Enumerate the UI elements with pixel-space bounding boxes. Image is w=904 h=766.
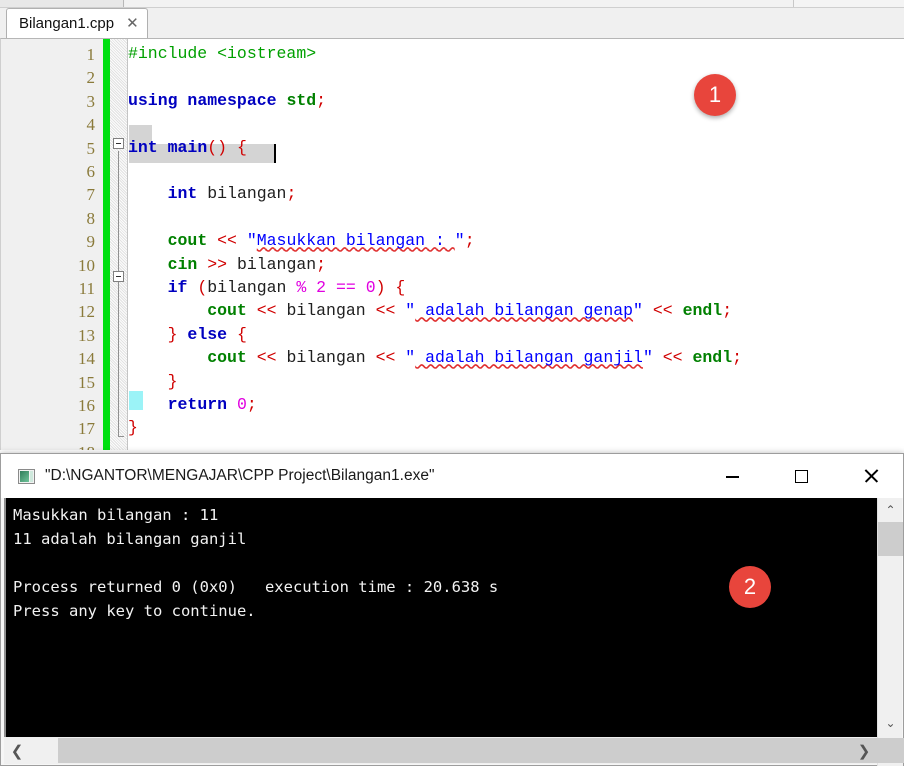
toolbar-segment-main xyxy=(125,0,904,7)
maximize-button[interactable] xyxy=(778,454,825,498)
fold-toggle-line11[interactable] xyxy=(113,271,124,282)
maximize-icon xyxy=(795,469,808,483)
toolbar-segment-left xyxy=(0,0,124,7)
minimize-button[interactable] xyxy=(709,454,756,498)
console-app-icon xyxy=(18,468,35,484)
fold-tick-main xyxy=(118,436,124,437)
code-text-area[interactable]: #include <iostream> using namespace std; i… xyxy=(128,39,904,450)
console-horizontal-scrollbar[interactable]: ❮ ❯ xyxy=(4,737,904,764)
scroll-down-icon[interactable]: ⌄ xyxy=(878,711,903,735)
editor-tab-bar: Bilangan1.cpp ✕ xyxy=(0,8,904,38)
line-number: 11 xyxy=(78,279,95,298)
code-line: return 0; xyxy=(167,395,257,414)
line-number: 2 xyxy=(86,68,96,88)
line-number: 5 xyxy=(86,138,96,158)
text-caret xyxy=(274,144,276,163)
scroll-right-icon[interactable]: ❯ xyxy=(851,737,877,764)
console-vertical-scrollbar[interactable]: ⌃ ⌄ xyxy=(877,498,903,766)
line-number: 18 xyxy=(5,443,95,450)
console-output-text: Masukkan bilangan : 11 11 adalah bilanga… xyxy=(13,506,499,620)
annotation-badge-1: 1 xyxy=(694,74,736,116)
code-line: int main() { xyxy=(128,137,247,157)
line-number: 7 xyxy=(86,185,96,205)
code-line: cin >> bilangan; xyxy=(167,254,327,274)
fold-toggle-line5[interactable] xyxy=(113,138,124,149)
line-number: 13 xyxy=(78,325,95,345)
minimize-icon xyxy=(726,476,739,478)
line-number: 1 xyxy=(86,45,96,64)
code-line: } else { xyxy=(167,324,247,344)
line-number: 14 xyxy=(78,349,95,369)
line-number: 12 xyxy=(78,302,95,322)
fold-line-main xyxy=(118,151,119,436)
change-marker-bar xyxy=(103,39,110,450)
toolbar-segment-right xyxy=(793,0,904,7)
line-number: 8 xyxy=(86,208,96,228)
line-number: 17 xyxy=(78,419,95,439)
console-output-region[interactable]: Masukkan bilangan : 11 11 adalah bilanga… xyxy=(4,498,877,738)
line-number: 6 xyxy=(86,162,96,181)
code-line: cout << bilangan << " adalah bilangan ga… xyxy=(207,348,742,368)
vertical-scrollbar-thumb[interactable] xyxy=(878,522,903,556)
line-number: 15 xyxy=(78,372,95,392)
scroll-up-icon[interactable]: ⌃ xyxy=(878,498,903,522)
code-line: } xyxy=(128,418,138,438)
line-number: 9 xyxy=(86,232,96,252)
line-number: 16 xyxy=(78,396,95,415)
line-number: 10 xyxy=(78,255,95,275)
code-line: } xyxy=(167,371,178,391)
code-folding-gutter[interactable] xyxy=(110,39,128,450)
line-number: 4 xyxy=(86,115,96,135)
code-line: using namespace std; xyxy=(128,90,327,110)
code-line: cout << "Masukkan bilangan : "; xyxy=(167,231,475,251)
close-icon[interactable]: ✕ xyxy=(126,16,139,31)
line-number-gutter: 123456789101112131415161718 xyxy=(1,39,103,450)
ide-toolbar-strip xyxy=(0,0,904,8)
tab-bilangan1-cpp[interactable]: Bilangan1.cpp ✕ xyxy=(6,8,148,38)
scroll-left-icon[interactable]: ❮ xyxy=(4,737,30,764)
console-window-title: "D:\NGANTOR\MENGAJAR\CPP Project\Bilanga… xyxy=(45,467,435,484)
code-line: int bilangan; xyxy=(167,184,297,204)
annotation-badge-2: 2 xyxy=(729,566,771,608)
code-line: cout << bilangan << " adalah bilangan ge… xyxy=(207,301,733,321)
close-icon xyxy=(863,468,879,484)
code-editor[interactable]: 123456789101112131415161718 #include <io… xyxy=(0,38,904,450)
code-line: if (bilangan % 2 == 0) { xyxy=(167,278,406,297)
line-number: 3 xyxy=(86,91,96,111)
close-button[interactable] xyxy=(847,454,894,498)
console-title-bar[interactable]: "D:\NGANTOR\MENGAJAR\CPP Project\Bilanga… xyxy=(1,454,903,498)
code-line: #include <iostream> xyxy=(128,44,317,63)
screen-root: Bilangan1.cpp ✕ 1 2 3 4 5 6 7 8 9 10 11 12 13 14 15 16 1… xyxy=(0,0,904,766)
console-window[interactable]: "D:\NGANTOR\MENGAJAR\CPP Project\Bilanga… xyxy=(0,453,904,766)
horizontal-scrollbar-thumb[interactable] xyxy=(58,738,904,763)
tab-label: Bilangan1.cpp xyxy=(19,15,115,32)
